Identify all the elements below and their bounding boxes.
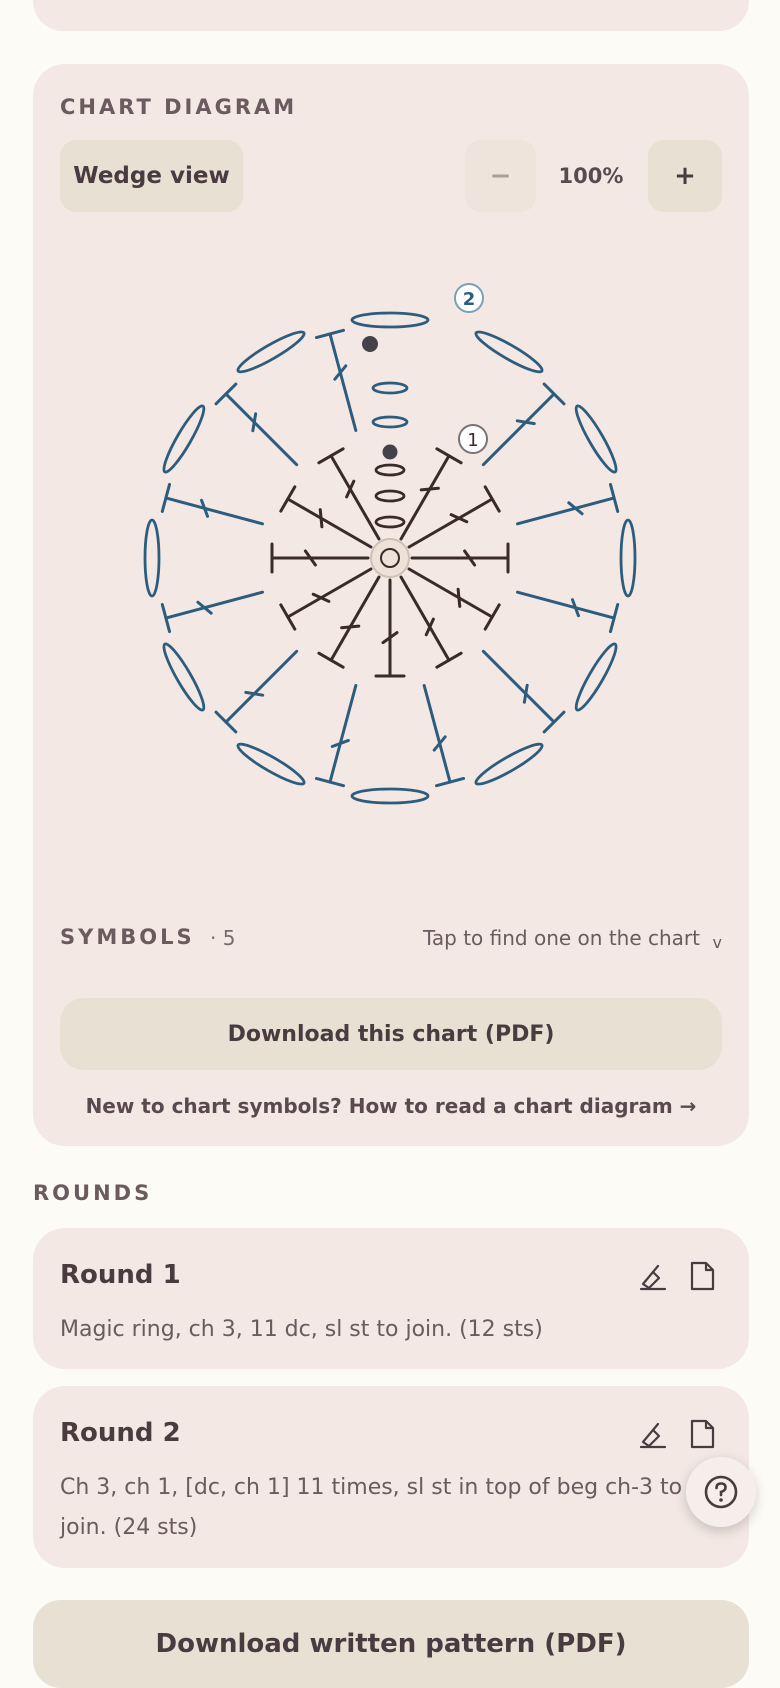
round2-ch1-space (236, 742, 306, 786)
round2-ch1-space (619, 518, 637, 598)
question-circle-icon (704, 1475, 738, 1509)
round1-dc-stitch-bar (318, 508, 324, 529)
symbols-hint[interactable]: Tap to find one on the chart (423, 926, 700, 950)
round2-ch1-space (474, 742, 544, 786)
round2-ch1-space (574, 404, 618, 474)
round2-ch1-space (574, 642, 618, 712)
crochet-chart[interactable]: 1 2 (33, 64, 749, 904)
round2-dc-stitch (224, 392, 299, 467)
round2-dc-stitch (224, 649, 299, 724)
rounds-heading: ROUNDS (33, 1181, 153, 1205)
round1-dc-stitch-top (435, 651, 463, 669)
round1-dc-stitch-top (435, 447, 463, 465)
help-button[interactable] (686, 1457, 756, 1527)
round2-ch1-space (236, 330, 306, 374)
round1-chain (374, 515, 406, 529)
symbols-count: · 5 (210, 926, 236, 950)
note-icon[interactable] (684, 1258, 720, 1294)
round2-ch1-space (350, 311, 430, 329)
round2-dc-stitch-bar (244, 690, 265, 697)
previous-card (33, 0, 749, 31)
round-card-2[interactable]: Round 2 Ch 3, ch 1, [dc, ch 1] 11 times,… (33, 1386, 749, 1568)
round2-ch1-space (162, 404, 206, 474)
round1-slip-stitch (382, 444, 398, 460)
round1-dc-stitch-top (483, 603, 501, 631)
round-instructions: Ch 3, ch 1, [dc, ch 1] 11 times, sl st i… (60, 1475, 683, 1540)
round2-dc-stitch (516, 590, 616, 620)
note-icon[interactable] (684, 1416, 720, 1452)
magic-ring (370, 538, 410, 578)
round-title: Round 2 (60, 1418, 181, 1448)
round2-dc-stitch-bar (522, 683, 529, 704)
round2-ch1-space (162, 642, 206, 712)
round2-slip-stitch (362, 336, 378, 352)
round1-dc-stitch-top (317, 651, 345, 669)
chevron-down-icon[interactable]: v (713, 933, 722, 952)
round2-dc-stitch (481, 649, 556, 724)
round1-chain (374, 489, 406, 503)
round2-dc-stitch-bar (515, 419, 536, 426)
round2-ch1-space (143, 518, 161, 598)
highlighter-icon[interactable] (635, 1258, 671, 1294)
round1-dc-stitch-bar (456, 587, 462, 608)
round2-dc-stitch-bar (251, 412, 258, 433)
symbols-label: SYMBOLS (60, 925, 195, 949)
download-chart-button[interactable]: Download this chart (PDF) (60, 998, 722, 1070)
round-marker-1-label: 1 (467, 430, 478, 451)
round2-ch1-space (350, 787, 430, 805)
symbols-row[interactable]: SYMBOLS · 5 Tap to find one on the chart… (60, 919, 722, 959)
round1-dc-stitch-top (279, 485, 297, 513)
round2-ch1-space (474, 330, 544, 374)
round1-dc-stitch-top (279, 603, 297, 631)
round1-dc-stitch-bar (340, 624, 361, 630)
round2-chain (371, 415, 409, 429)
round2-dc-stitch (164, 590, 264, 620)
round2-dc-stitch (328, 684, 358, 784)
round2-chain (371, 381, 409, 395)
round1-dc-stitch-top (317, 447, 345, 465)
round2-dc-stitch (164, 496, 264, 526)
round2-dc-stitch (516, 496, 616, 526)
round1-chain (374, 463, 406, 477)
round1-dc-stitch-top (483, 485, 501, 513)
round2-dc-stitch (481, 392, 556, 467)
chart-diagram-card: CHART DIAGRAM Wedge view − 100% + 1 2 SY… (33, 64, 749, 1146)
round-marker-2-label: 2 (463, 289, 476, 310)
round2-dc-stitch (422, 684, 452, 784)
round2-dc-stitch (328, 332, 358, 432)
how-to-read-link[interactable]: New to chart symbols? How to read a char… (33, 1094, 749, 1118)
round-instructions: Magic ring, ch 3, 11 dc, sl st to join. … (60, 1317, 543, 1342)
round-marker-1[interactable]: 1 (458, 424, 488, 454)
round-card-1[interactable]: Round 1 Magic ring, ch 3, 11 dc, sl st t… (33, 1228, 749, 1369)
download-written-pattern-button[interactable]: Download written pattern (PDF) (33, 1600, 749, 1688)
highlighter-icon[interactable] (635, 1416, 671, 1452)
round1-dc-stitch-bar (419, 486, 440, 492)
round-title: Round 1 (60, 1260, 181, 1290)
round-marker-2[interactable]: 2 (454, 283, 484, 313)
